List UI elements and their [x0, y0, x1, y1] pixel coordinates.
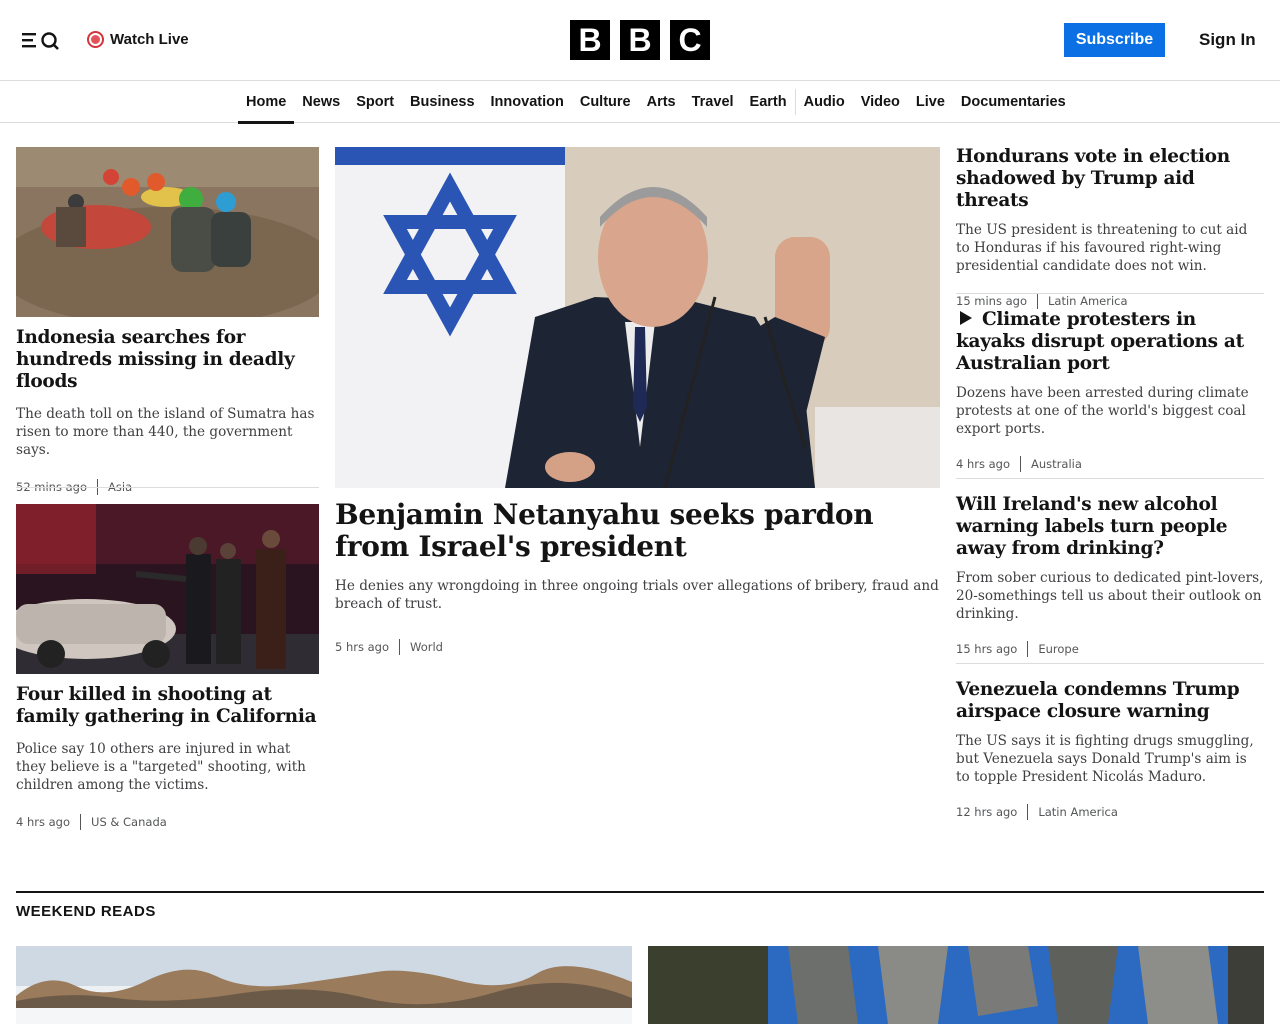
lead-story-summary: He denies any wrongdoing in three ongoin…: [335, 578, 939, 612]
meta-separator: [80, 814, 82, 830]
story-time: 12 hrs ago: [956, 805, 1018, 819]
logo-letter-b2: B: [620, 20, 660, 60]
story-card: Venezuela condemns Trump airspace closur…: [956, 679, 1264, 820]
divider: [16, 487, 319, 488]
story-headline-text: Climate protesters in kayaks disrupt ope…: [956, 309, 1244, 374]
watch-live-link[interactable]: Watch Live: [87, 29, 189, 49]
logo-letter-b1: B: [570, 20, 610, 60]
story-summary: The US president is threatening to cut a…: [956, 222, 1248, 274]
nav-item-travel[interactable]: Travel: [684, 81, 742, 123]
nav-item-documentaries[interactable]: Documentaries: [953, 81, 1074, 123]
menu-search-button[interactable]: [20, 28, 62, 52]
divider: [956, 293, 1264, 294]
section-title-weekend-reads[interactable]: WEEKEND READS: [16, 903, 156, 920]
story-card: Four killed in shooting at family gather…: [16, 504, 319, 830]
story-meta: 15 mins ago Latin America: [956, 293, 1264, 309]
main-nav: Home News Sport Business Innovation Cult…: [0, 81, 1280, 124]
story-image-floods[interactable]: [16, 147, 319, 317]
nav-item-earth[interactable]: Earth: [742, 81, 795, 123]
bbc-logo[interactable]: B B C: [570, 20, 710, 60]
story-meta: 15 hrs ago Europe: [956, 641, 1264, 657]
nav-item-business[interactable]: Business: [402, 81, 482, 123]
story-time: 5 hrs ago: [335, 640, 390, 654]
story-meta: 4 hrs ago Australia: [956, 456, 1264, 472]
story-summary: Police say 10 others are injured in what…: [16, 741, 306, 793]
story-card: Climate protesters in kayaks disrupt ope…: [956, 309, 1264, 472]
story-headline[interactable]: Hondurans vote in election shadowed by T…: [956, 146, 1264, 212]
logo-letter-c: C: [670, 20, 710, 60]
live-indicator-icon: [87, 30, 104, 48]
nav-item-news[interactable]: News: [294, 81, 348, 123]
story-meta: 4 hrs ago US & Canada: [16, 814, 319, 830]
story-summary: The US says it is fighting drugs smuggli…: [956, 733, 1254, 785]
meta-separator: [1027, 641, 1029, 657]
nav-item-home[interactable]: Home: [238, 81, 295, 124]
story-card: Will Ireland's new alcohol warning label…: [956, 494, 1264, 657]
sign-in-button[interactable]: Sign In: [1188, 23, 1267, 57]
story-card: Indonesia searches for hundreds missing …: [16, 147, 319, 495]
nav-item-culture[interactable]: Culture: [572, 81, 639, 123]
story-image-shooting[interactable]: [16, 504, 319, 674]
nav-item-innovation[interactable]: Innovation: [483, 81, 572, 123]
meta-separator: [399, 639, 401, 655]
menu-icon: [22, 32, 59, 50]
nav-item-video[interactable]: Video: [853, 81, 908, 123]
divider: [956, 478, 1264, 479]
story-category[interactable]: US & Canada: [91, 815, 167, 829]
story-headline[interactable]: Four killed in shooting at family gather…: [16, 684, 319, 728]
watch-live-label: Watch Live: [110, 30, 189, 48]
nav-item-arts[interactable]: Arts: [639, 81, 684, 123]
story-time: 4 hrs ago: [956, 457, 1011, 471]
meta-separator: [1037, 293, 1039, 309]
story-meta: 12 hrs ago Latin America: [956, 804, 1264, 820]
story-category[interactable]: Europe: [1038, 642, 1078, 656]
nav-item-sport[interactable]: Sport: [348, 81, 402, 123]
story-headline[interactable]: Indonesia searches for hundreds missing …: [16, 327, 319, 393]
story-meta: 5 hrs ago World: [335, 639, 940, 655]
story-time: 4 hrs ago: [16, 815, 71, 829]
story-category[interactable]: Latin America: [1048, 294, 1128, 308]
meta-separator: [1020, 456, 1022, 472]
meta-separator: [1027, 804, 1029, 820]
lead-story-headline[interactable]: Benjamin Netanyahu seeks pardon from Isr…: [335, 499, 940, 563]
story-time: 15 hrs ago: [956, 642, 1018, 656]
story-category[interactable]: Australia: [1031, 457, 1082, 471]
story-summary: The death toll on the island of Sumatra …: [16, 406, 315, 458]
play-icon: [960, 311, 972, 325]
story-headline[interactable]: Will Ireland's new alcohol warning label…: [956, 494, 1264, 560]
section-rule: [16, 891, 1264, 893]
story-time: 15 mins ago: [956, 294, 1028, 308]
nav-item-audio[interactable]: Audio: [796, 81, 853, 123]
divider: [956, 663, 1264, 664]
lead-story-card: Benjamin Netanyahu seeks pardon from Isr…: [335, 147, 940, 655]
story-category[interactable]: World: [410, 640, 443, 654]
story-summary: From sober curious to dedicated pint-lov…: [956, 570, 1264, 622]
story-headline[interactable]: Climate protesters in kayaks disrupt ope…: [956, 309, 1264, 375]
weekend-read-image-1[interactable]: [16, 946, 632, 1024]
story-category[interactable]: Latin America: [1038, 805, 1118, 819]
story-headline[interactable]: Venezuela condemns Trump airspace closur…: [956, 679, 1264, 723]
story-summary: Dozens have been arrested during climate…: [956, 385, 1249, 437]
top-header: Watch Live B B C Subscribe Sign In: [0, 0, 1280, 81]
weekend-read-image-2[interactable]: [648, 946, 1264, 1024]
lead-story-image[interactable]: [335, 147, 940, 488]
subscribe-button[interactable]: Subscribe: [1064, 23, 1165, 57]
nav-item-live[interactable]: Live: [908, 81, 953, 123]
story-card: Hondurans vote in election shadowed by T…: [956, 146, 1264, 309]
